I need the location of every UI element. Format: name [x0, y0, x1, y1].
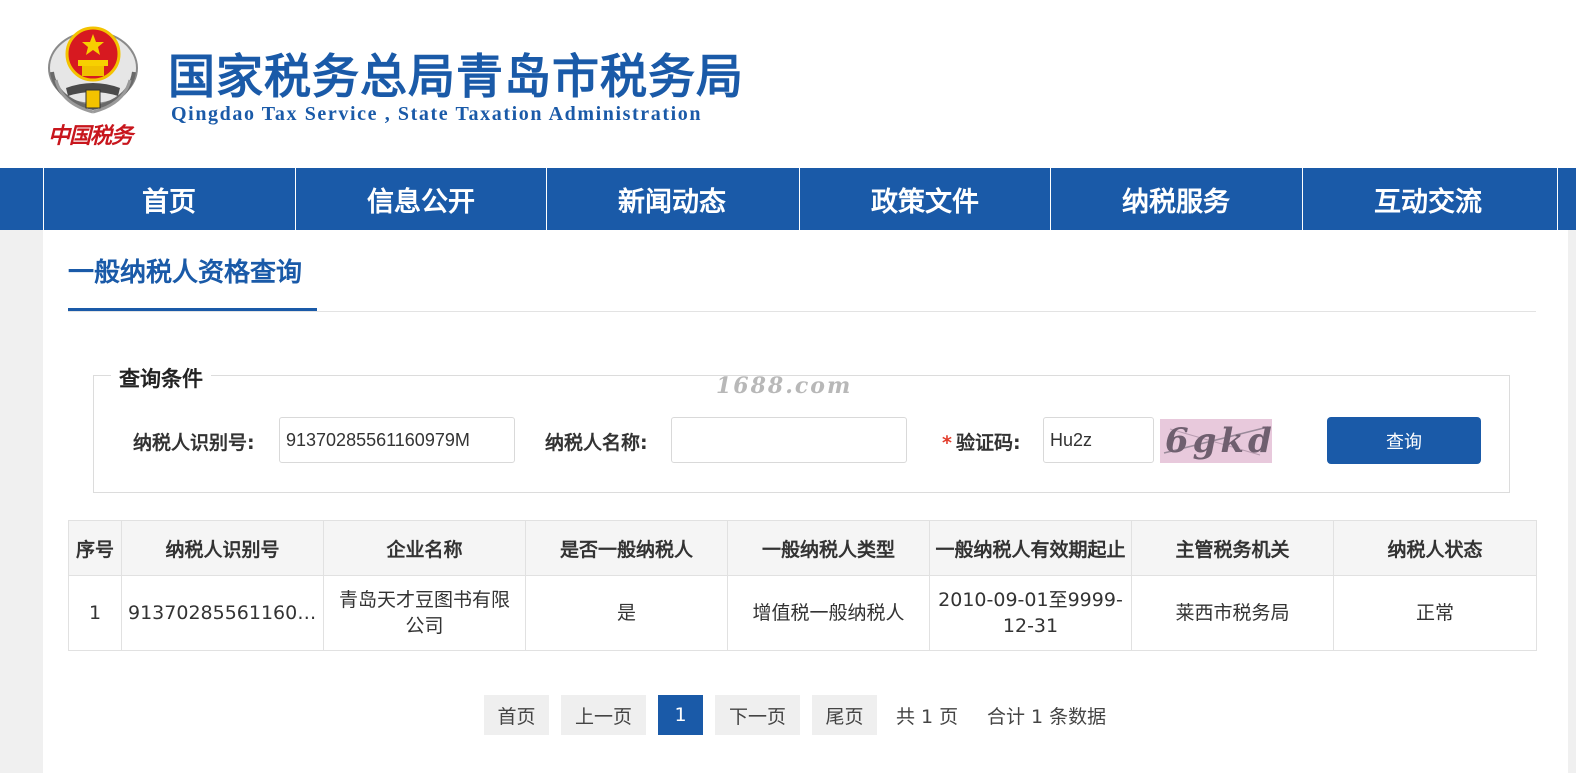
nav-item-tax-services[interactable]: 纳税服务: [1050, 168, 1301, 230]
cell-index: 1: [68, 575, 122, 651]
col-header-taxpayer-type: 一般纳税人类型: [727, 520, 930, 576]
pager-current-page[interactable]: 1: [658, 695, 703, 735]
nav-divider: [1557, 168, 1558, 230]
page-title: 一般纳税人资格查询: [68, 258, 303, 288]
taxpayer-id-input[interactable]: [279, 417, 515, 463]
table-header-row: 序号 纳税人识别号 企业名称 是否一般纳税人 一般纳税人类型 一般纳税人有效期起…: [68, 520, 1537, 576]
col-header-is-general-taxpayer: 是否一般纳税人: [525, 520, 728, 576]
nav-item-home[interactable]: 首页: [43, 168, 294, 230]
pager-total-records: 合计 1 条数据: [987, 705, 1107, 728]
col-header-company-name: 企业名称: [323, 520, 526, 576]
pager-total-pages: 共 1 页: [896, 705, 959, 728]
nav-item-news[interactable]: 新闻动态: [546, 168, 797, 230]
cell-taxpayer-type: 增值税一般纳税人: [727, 575, 930, 651]
title-divider: [68, 311, 1536, 312]
content-panel: 一般纳税人资格查询 查询条件 1688.com 纳税人识别号: 纳税人名称: *…: [43, 230, 1568, 773]
site-subtitle: Qingdao Tax Service , State Taxation Adm…: [171, 103, 703, 125]
pager-next-button[interactable]: 下一页: [715, 695, 800, 735]
col-header-index: 序号: [68, 520, 122, 576]
main-nav: 首页 信息公开 新闻动态 政策文件 纳税服务 互动交流: [0, 168, 1576, 230]
cell-taxpayer-status: 正常: [1333, 575, 1537, 651]
china-tax-calligraphy-logo: 中国税务: [48, 123, 133, 149]
pager-prev-button[interactable]: 上一页: [561, 695, 646, 735]
watermark: 1688.com: [716, 373, 853, 399]
taxpayer-id-label: 纳税人识别号:: [133, 432, 255, 454]
query-button[interactable]: 查询: [1327, 417, 1481, 464]
captcha-label-wrap: * 验证码:: [942, 428, 1021, 455]
pager-last-button[interactable]: 尾页: [812, 695, 877, 735]
captcha-text: 6gkd: [1165, 421, 1272, 461]
captcha-image[interactable]: 6gkd: [1160, 419, 1272, 463]
col-header-tax-authority: 主管税务机关: [1131, 520, 1334, 576]
taxpayer-name-input[interactable]: [671, 417, 907, 463]
nav-item-info-disclosure[interactable]: 信息公开: [295, 168, 546, 230]
national-tax-emblem-icon: [48, 26, 138, 114]
required-mark: *: [942, 432, 952, 454]
nav-item-interaction[interactable]: 互动交流: [1302, 168, 1553, 230]
cell-taxpayer-id: 91370285561160979M: [121, 575, 324, 651]
table-row: 1 91370285561160979M 青岛天才豆图书有限公司 是 增值税一般…: [68, 575, 1537, 651]
query-conditions-legend: 查询条件: [111, 363, 211, 393]
pager-first-button[interactable]: 首页: [484, 695, 549, 735]
col-header-taxpayer-id: 纳税人识别号: [121, 520, 324, 576]
cell-validity-period: 2010-09-01至9999-12-31: [929, 575, 1132, 651]
site-title: 国家税务总局青岛市税务局: [168, 50, 744, 105]
taxpayer-name-label: 纳税人名称:: [545, 432, 648, 454]
cell-tax-authority: 莱西市税务局: [1131, 575, 1334, 651]
col-header-validity-period: 一般纳税人有效期起止: [929, 520, 1132, 576]
captcha-input[interactable]: [1043, 417, 1154, 463]
site-header: 中国税务 国家税务总局青岛市税务局 Qingdao Tax Service , …: [0, 0, 1576, 168]
nav-item-policy-documents[interactable]: 政策文件: [799, 168, 1050, 230]
col-header-taxpayer-status: 纳税人状态: [1333, 520, 1537, 576]
cell-is-general-taxpayer: 是: [525, 575, 728, 651]
results-table: 序号 纳税人识别号 企业名称 是否一般纳税人 一般纳税人类型 一般纳税人有效期起…: [68, 520, 1537, 651]
captcha-label: 验证码:: [955, 432, 1021, 454]
cell-company-name: 青岛天才豆图书有限公司: [323, 575, 526, 651]
